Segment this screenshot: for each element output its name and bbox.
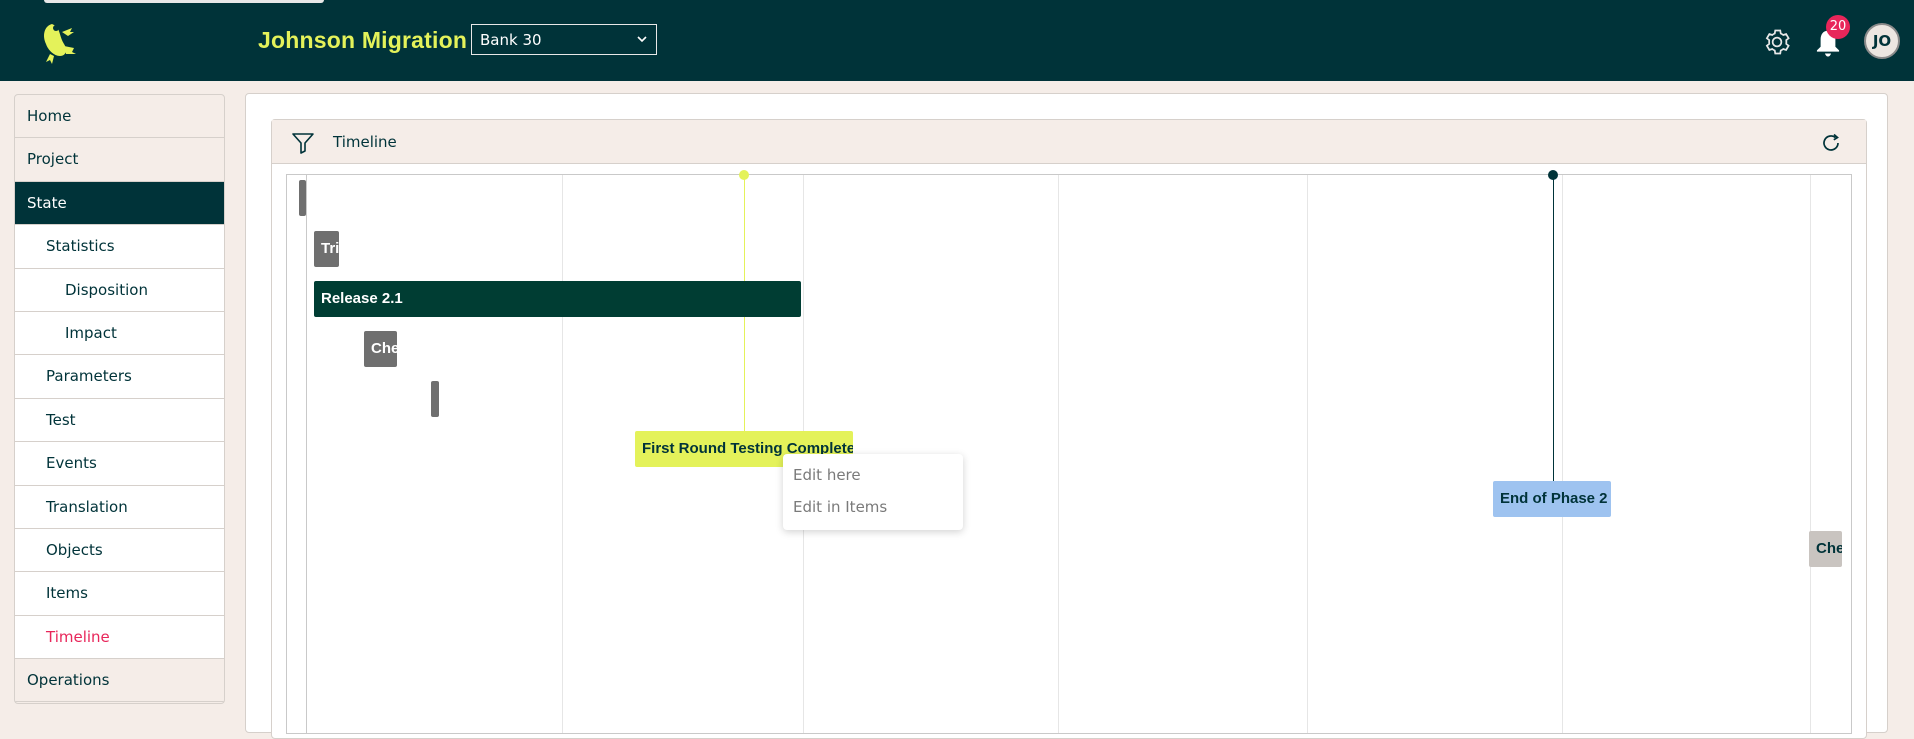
timeline-gridline [1562,175,1563,733]
context-menu: Edit here Edit in Items [783,454,963,530]
timeline-item-bar[interactable]: Che [1809,531,1842,567]
sidebar-item-parameters[interactable]: Parameters [15,355,224,399]
milestone-label-phase2[interactable]: End of Phase 2 [1493,481,1611,517]
sidebar-item-home[interactable]: Home [15,95,224,139]
sidebar-nav: Home Project State Statistics Dispositio… [14,94,225,704]
timeline-item-bar[interactable] [299,180,306,216]
menu-item-edit-here[interactable]: Edit here [793,466,861,484]
sidebar-item-items[interactable]: Items [15,572,224,616]
menu-item-edit-in-items[interactable]: Edit in Items [793,498,887,516]
top-strip [44,0,324,3]
chevron-down-icon [637,36,647,43]
timeline-item-bar[interactable] [431,381,439,417]
sidebar-item-label: Project [27,150,79,169]
sidebar-item-label: Events [46,454,97,473]
sidebar-item-label: State [27,193,67,212]
sidebar-item-timeline[interactable]: Timeline [15,615,224,660]
bank-select[interactable]: Bank 30 [471,24,657,55]
user-avatar[interactable]: JO [1864,23,1900,59]
sidebar-item-test[interactable]: Test [15,398,224,443]
milestone-marker-testing[interactable] [739,170,749,180]
sidebar-item-label: Objects [46,540,103,559]
timeline-item-bar[interactable]: Che [364,331,397,367]
timeline-item-bar[interactable]: Tri [314,231,339,267]
gear-icon[interactable] [1762,27,1792,57]
sidebar-item-label: Timeline [46,627,110,646]
timeline-title: Timeline [333,133,397,151]
timeline-gridline [1058,175,1059,733]
timeline-chart[interactable]: Tri Release 2.1 Che First Round Testing … [286,170,1852,734]
sidebar-item-label: Disposition [65,280,148,299]
timeline-item-release[interactable]: Release 2.1 [314,281,801,317]
sidebar-item-impact[interactable]: Impact [15,311,224,356]
sidebar-item-translation[interactable]: Translation [15,485,224,529]
sidebar-item-label: Parameters [46,367,132,386]
top-bar: Johnson Migration Bank 30 20 JO [0,0,1914,81]
filter-icon[interactable] [291,132,315,154]
sidebar-item-label: Statistics [46,237,115,256]
sidebar-item-label: Operations [27,671,110,690]
notification-badge: 20 [1826,15,1850,39]
timeline-header: Timeline [272,120,1866,164]
timeline-gridline [1810,175,1811,733]
timeline-gridline [1307,175,1308,733]
milestone-line-phase2 [1553,175,1554,487]
sidebar-item-label: Translation [46,497,128,516]
frog-logo-icon[interactable] [34,18,82,66]
timeline-gridline [562,175,563,733]
sidebar-item-disposition[interactable]: Disposition [15,268,224,312]
sidebar-item-label: Test [46,410,76,429]
sidebar-item-label: Home [27,107,72,125]
timeline-gridline [306,175,307,733]
sidebar-item-operations[interactable]: Operations [15,659,224,703]
app-title: Johnson Migration [258,27,468,53]
sidebar-item-events[interactable]: Events [15,442,224,486]
bank-select-value: Bank 30 [480,31,542,49]
sidebar-item-state[interactable]: State [15,181,224,226]
sidebar-item-label: Impact [65,323,117,342]
refresh-icon[interactable] [1820,132,1842,154]
sidebar-item-objects[interactable]: Objects [15,528,224,573]
sidebar-item-statistics[interactable]: Statistics [15,225,224,269]
sidebar-item-project[interactable]: Project [15,138,224,182]
sidebar-item-label: Items [46,584,88,603]
milestone-marker-phase2[interactable] [1548,170,1558,180]
